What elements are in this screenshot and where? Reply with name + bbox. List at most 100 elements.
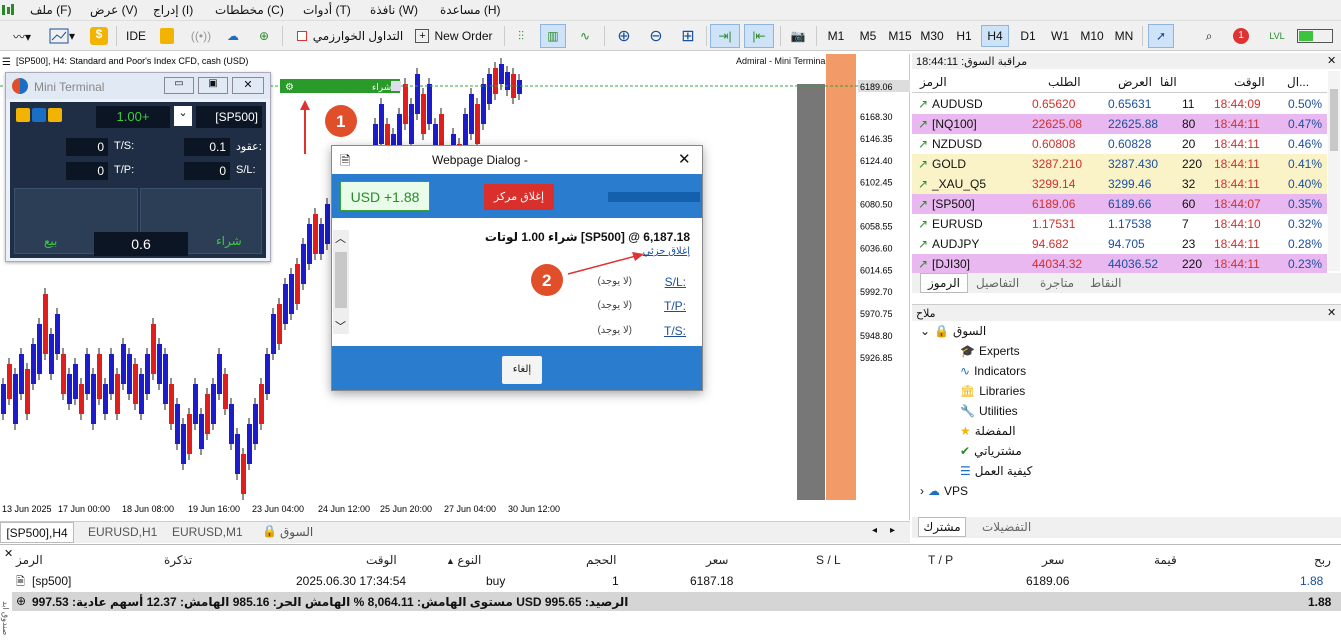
watch-row[interactable]: ↗ [DJI30] 44034.32 44036.52 220 18:44:11 0.23% bbox=[912, 254, 1327, 274]
tab-details[interactable]: التفاصيل bbox=[976, 276, 1019, 290]
toolbox-close-icon[interactable]: ✕ bbox=[4, 547, 13, 560]
th-symbol[interactable]: الرمز bbox=[16, 553, 43, 567]
signal-icon[interactable]: ((•)) bbox=[190, 24, 212, 48]
menu-charts[interactable]: مخططات (C) bbox=[215, 3, 284, 17]
watch-row[interactable]: ↗ [SP500] 6189.06 6189.66 60 18:44:07 0.35% bbox=[912, 194, 1327, 214]
zoom-out-icon[interactable]: ⊖ bbox=[644, 24, 668, 48]
nav-favorites[interactable]: ★ المفضلة bbox=[960, 424, 1016, 438]
watch-row[interactable]: ↗ [NQ100] 22625.08 22625.88 80 18:44:11 0.47% bbox=[912, 114, 1327, 134]
indicators-button[interactable]: ▾ bbox=[44, 24, 80, 48]
bars-icon[interactable]: ▥ bbox=[540, 24, 566, 48]
coin-icon[interactable]: $ bbox=[88, 24, 110, 48]
algo-trading-button[interactable]: التداول الخوارزمي bbox=[290, 24, 410, 48]
th-time[interactable]: الوقت bbox=[366, 553, 397, 567]
nav-purchases[interactable]: ✔ مشترياتي bbox=[960, 444, 1022, 458]
watch-row[interactable]: ↗ EURUSD 1.17531 1.17538 7 18:44:10 0.32% bbox=[912, 214, 1327, 234]
tf-m30[interactable]: M30 bbox=[918, 25, 946, 47]
autoscroll-icon[interactable]: ⇥| bbox=[710, 24, 740, 48]
chart-tab-sp500[interactable]: [SP500],H4 bbox=[0, 522, 74, 543]
th-price[interactable]: سعر bbox=[706, 553, 728, 567]
watch-row[interactable]: ↗ _XAU_Q5 3299.14 3299.46 32 18:44:11 0.40% bbox=[912, 174, 1327, 194]
tab-trading[interactable]: متاجرة bbox=[1040, 276, 1074, 290]
tab-common[interactable]: مشترك bbox=[918, 517, 966, 537]
col-change[interactable]: ال... bbox=[1287, 75, 1309, 89]
tf-m5[interactable]: M5 bbox=[854, 25, 882, 47]
tp-input[interactable]: 0 bbox=[66, 162, 108, 180]
close-button[interactable]: ✕ bbox=[232, 77, 264, 94]
partial-close-link[interactable]: إغلاق جزئي bbox=[643, 246, 690, 257]
th-ticket[interactable]: تذكرة bbox=[164, 553, 192, 567]
col-spread[interactable]: الفا bbox=[1160, 75, 1177, 89]
cloud-icon[interactable]: ☁ bbox=[222, 24, 244, 48]
lvl-icon[interactable]: LVL bbox=[1264, 24, 1290, 48]
navigator[interactable]: ملاح ✕ ⌄ 🔒 السوق 🎓 Experts ∿ Indicators 🏛 Lib… bbox=[912, 304, 1341, 538]
ide-button[interactable]: IDE bbox=[122, 24, 150, 48]
screenshot-icon[interactable]: 📷 bbox=[786, 24, 810, 48]
mini-settings-icon[interactable] bbox=[16, 108, 68, 124]
th-type[interactable]: ▲ النوع bbox=[446, 553, 481, 567]
app-icon[interactable] bbox=[1, 3, 15, 20]
collapse-icon[interactable]: › bbox=[920, 484, 924, 498]
sl-link[interactable]: S/L: bbox=[665, 275, 686, 289]
watch-scrollbar[interactable] bbox=[1328, 71, 1340, 271]
close-position-button[interactable]: إغلاق مركز bbox=[484, 184, 554, 210]
nav-vps[interactable]: › ☁ VPS bbox=[920, 484, 968, 498]
th-volume[interactable]: الحجم bbox=[586, 553, 616, 567]
mini-symbol[interactable]: [SP500] bbox=[196, 106, 262, 128]
tf-d1[interactable]: D1 bbox=[1014, 25, 1042, 47]
bag-icon[interactable] bbox=[156, 24, 178, 48]
tp-link[interactable]: T/P: bbox=[664, 299, 686, 313]
tf-mn[interactable]: MN bbox=[1110, 25, 1138, 47]
line-chart-icon[interactable]: ∿ bbox=[574, 24, 596, 48]
chart-tab-market[interactable]: السوق bbox=[280, 525, 313, 539]
minimize-button[interactable]: ▭ bbox=[164, 77, 194, 94]
nav-howto[interactable]: ☰ كيفية العمل bbox=[960, 464, 1032, 478]
col-ask[interactable]: العرض bbox=[1118, 75, 1152, 89]
col-bid[interactable]: الطلب bbox=[1048, 75, 1081, 89]
tf-m15[interactable]: M15 bbox=[886, 25, 914, 47]
chart-tab-eurusd-h1[interactable]: EURUSD,H1 bbox=[88, 525, 157, 539]
tabs-right-icon[interactable]: ▸ bbox=[890, 525, 895, 536]
watch-row[interactable]: ↗ NZDUSD 0.60808 0.60828 20 18:44:11 0.46% bbox=[912, 134, 1327, 154]
nav-market[interactable]: ⌄ 🔒 السوق bbox=[920, 324, 986, 338]
scroll-up-icon[interactable]: ︿ bbox=[335, 230, 346, 246]
notifications-icon[interactable]: 1 bbox=[1228, 24, 1254, 48]
expand-icon[interactable]: ⌄ bbox=[920, 324, 930, 338]
th-profit[interactable]: ربح bbox=[1314, 553, 1331, 567]
tf-m1[interactable]: M1 bbox=[822, 25, 850, 47]
scroll-down-icon[interactable]: ﹀ bbox=[335, 318, 346, 334]
dialog-close-button[interactable]: ✕ bbox=[678, 150, 691, 168]
menu-insert[interactable]: إدراج (I) bbox=[153, 3, 193, 17]
chart-tab-eurusd-m1[interactable]: EURUSD,M1 bbox=[172, 525, 243, 539]
cancel-button[interactable]: إلغاء bbox=[502, 356, 542, 384]
market-watch[interactable]: ✕ مراقبة السوق: 18:44:11 الرمز الطلب الع… bbox=[912, 53, 1341, 294]
tf-h1[interactable]: H1 bbox=[950, 25, 978, 47]
mini-terminal[interactable]: Mini Terminal ▭ ▣ ✕ 1.00+ ⌄ [SP500] عقود… bbox=[5, 72, 271, 262]
tab-symbols[interactable]: الرموز bbox=[920, 273, 968, 293]
restore-button[interactable]: ▣ bbox=[198, 77, 228, 94]
webpage-dialog[interactable]: 🗎 Webpage Dialog - ✕ USD +1.88 إغلاق مرك… bbox=[331, 145, 703, 391]
tab-ticks[interactable]: النقاط bbox=[1090, 276, 1121, 290]
col-time[interactable]: الوقت bbox=[1234, 75, 1265, 89]
nav-indicators[interactable]: ∿ Indicators bbox=[960, 364, 1026, 378]
new-order-button[interactable]: + New Order bbox=[412, 24, 496, 48]
menu-view[interactable]: عرض (V) bbox=[90, 3, 138, 17]
nav-close-icon[interactable]: ✕ bbox=[1327, 306, 1336, 319]
tf-h4[interactable]: H4 bbox=[981, 25, 1009, 47]
th-value[interactable]: قيمة bbox=[1154, 553, 1177, 567]
ts-link[interactable]: T/S: bbox=[664, 324, 686, 338]
grid-icon[interactable]: ⊞ bbox=[676, 24, 700, 48]
lots-input[interactable]: 0.1 bbox=[184, 138, 230, 156]
menu-window[interactable]: نافذة (W) bbox=[370, 3, 418, 17]
th-sl[interactable]: S / L bbox=[816, 553, 841, 567]
candles-icon[interactable]: ⫶⫶ bbox=[510, 24, 532, 48]
nav-utilities[interactable]: 🔧 Utilities bbox=[960, 404, 1018, 418]
menu-file[interactable]: ملف (F) bbox=[30, 3, 71, 17]
sl-input[interactable]: 0 bbox=[184, 162, 230, 180]
tf-m10[interactable]: M10 bbox=[1077, 25, 1107, 47]
th-tp[interactable]: T / P bbox=[928, 553, 953, 567]
watch-row[interactable]: ↗ GOLD 3287.210 3287.430 220 18:44:11 0.41% bbox=[912, 154, 1327, 174]
cursor-icon[interactable]: ➚ bbox=[1148, 24, 1174, 48]
dialog-scrollbar[interactable]: ︿ ﹀ bbox=[333, 230, 349, 334]
tabs-left-icon[interactable]: ◂ bbox=[872, 525, 877, 536]
